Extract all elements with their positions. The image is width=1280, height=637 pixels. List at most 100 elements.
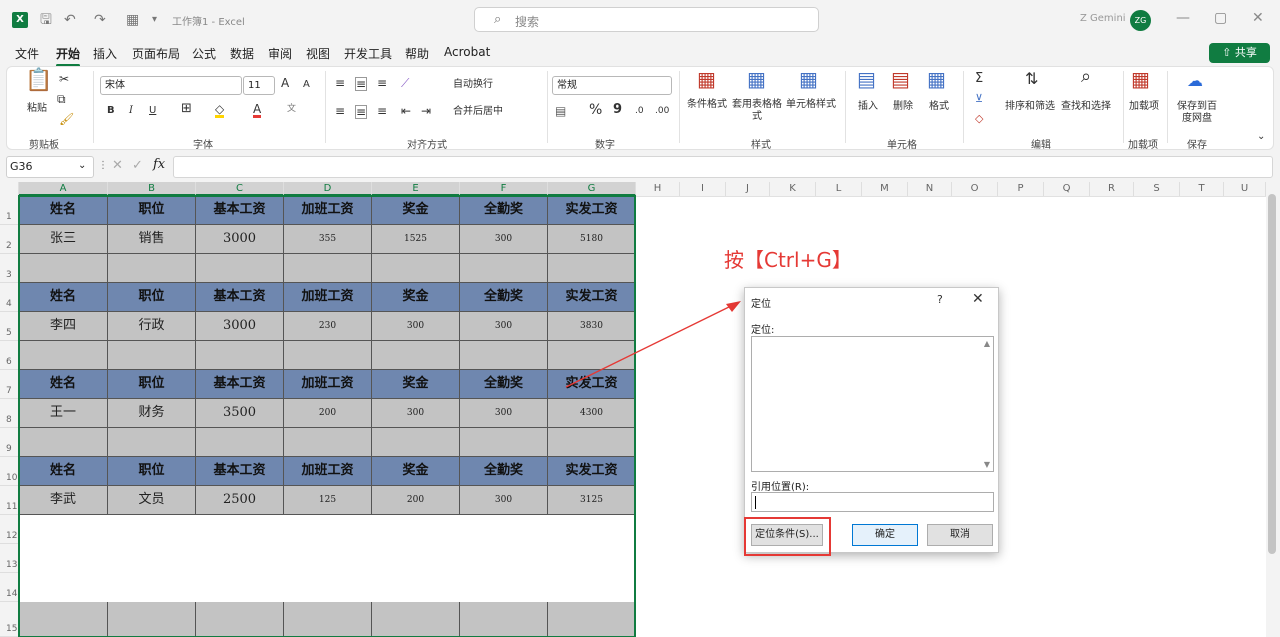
blank-cell[interactable] (284, 602, 372, 637)
tab-insert[interactable]: 插入 (93, 45, 117, 62)
column-header[interactable]: N (908, 182, 952, 196)
align-left-icon[interactable]: ≡ (335, 105, 345, 117)
blank-cell[interactable] (460, 254, 548, 283)
data-cell[interactable]: 李四 (19, 312, 108, 341)
header-cell[interactable]: 全勤奖 (460, 370, 548, 399)
fill-color-icon[interactable]: ◇ (215, 103, 225, 118)
header-cell[interactable]: 基本工资 (196, 283, 284, 312)
font-color-icon[interactable]: A (253, 103, 262, 118)
cancel-button[interactable]: 取消 (927, 524, 993, 546)
header-cell[interactable]: 职位 (108, 457, 196, 486)
cell-styles-label[interactable]: 单元格样式 (783, 99, 839, 111)
header-cell[interactable]: 姓名 (19, 370, 108, 399)
column-header[interactable]: T (1180, 182, 1224, 196)
blank-cell[interactable] (108, 602, 196, 637)
header-cell[interactable]: 基本工资 (196, 196, 284, 225)
blank-cell[interactable] (548, 254, 636, 283)
row-header[interactable]: 2 (0, 225, 19, 254)
blank-cell[interactable] (19, 428, 108, 457)
column-header[interactable]: K (770, 182, 816, 196)
save-to-netdisk-label[interactable]: 保存到百度网盘 (1173, 101, 1221, 125)
tab-review[interactable]: 审阅 (268, 45, 292, 62)
conditional-format-label[interactable]: 条件格式 (685, 99, 729, 111)
addins-icon[interactable]: ▦ (1131, 69, 1150, 89)
column-header[interactable]: G (548, 182, 636, 196)
blank-cell[interactable] (19, 602, 108, 637)
close-icon[interactable]: ✕ (972, 291, 984, 307)
insert-function-icon[interactable]: fx (153, 157, 165, 172)
header-cell[interactable]: 全勤奖 (460, 457, 548, 486)
data-cell[interactable]: 200 (372, 486, 460, 515)
paste-icon[interactable]: 📋 (25, 70, 52, 92)
header-cell[interactable]: 实发工资 (548, 457, 636, 486)
header-cell[interactable]: 加班工资 (284, 196, 372, 225)
blank-cell[interactable] (108, 254, 196, 283)
scroll-down-icon[interactable]: ▼ (984, 460, 990, 469)
vertical-scrollbar[interactable] (1266, 182, 1280, 637)
merge-center-button[interactable]: 合并后居中 (453, 106, 503, 118)
blank-cell[interactable] (284, 254, 372, 283)
row-header[interactable]: 12 (0, 515, 19, 544)
format-cells-icon[interactable]: ▦ (927, 69, 946, 89)
share-button[interactable]: ⇧ 共享 (1209, 43, 1270, 63)
column-header[interactable]: S (1134, 182, 1180, 196)
addins-label[interactable]: 加载项 (1129, 101, 1159, 113)
search-box[interactable]: ⌕ 搜索 (474, 7, 819, 32)
data-cell[interactable]: 2500 (196, 486, 284, 515)
column-header[interactable]: L (816, 182, 862, 196)
insert-cells-icon[interactable]: ▤ (857, 69, 876, 89)
data-cell[interactable]: 行政 (108, 312, 196, 341)
blank-cell[interactable] (196, 341, 284, 370)
align-middle-icon[interactable]: ≡ (355, 77, 368, 91)
tab-acrobat[interactable]: Acrobat (444, 45, 490, 59)
data-cell[interactable]: 3000 (196, 225, 284, 254)
blank-cell[interactable] (284, 341, 372, 370)
sort-filter-icon[interactable]: ⇅ (1025, 71, 1038, 87)
row-header[interactable]: 5 (0, 312, 19, 341)
form-icon[interactable]: ▦ (126, 12, 139, 28)
blank-cell[interactable] (108, 428, 196, 457)
confirm-entry-icon[interactable]: ✓ (132, 158, 143, 173)
blank-cell[interactable] (372, 254, 460, 283)
data-cell[interactable]: 3500 (196, 399, 284, 428)
data-cell[interactable]: 销售 (108, 225, 196, 254)
blank-cell[interactable] (19, 254, 108, 283)
column-header[interactable]: B (108, 182, 196, 196)
select-all-corner[interactable] (0, 182, 19, 196)
data-cell[interactable]: 财务 (108, 399, 196, 428)
data-cell[interactable]: 355 (284, 225, 372, 254)
data-cell[interactable]: 4300 (548, 399, 636, 428)
align-center-icon[interactable]: ≡ (355, 105, 368, 119)
column-header[interactable]: D (284, 182, 372, 196)
header-cell[interactable]: 全勤奖 (460, 196, 548, 225)
tab-view[interactable]: 视图 (306, 45, 330, 62)
conditional-format-icon[interactable]: ▦ (697, 69, 716, 89)
blank-cell[interactable] (372, 341, 460, 370)
blank-cell[interactable] (548, 341, 636, 370)
column-header[interactable]: H (636, 182, 680, 196)
row-header[interactable]: 10 (0, 457, 19, 486)
header-cell[interactable]: 基本工资 (196, 457, 284, 486)
column-header[interactable]: M (862, 182, 908, 196)
goto-list[interactable]: ▲ ▼ (751, 336, 994, 472)
format-painter-icon[interactable]: 🖌 (59, 113, 74, 125)
row-header[interactable]: 1 (0, 196, 19, 225)
close-window-icon[interactable]: ✕ (1252, 10, 1264, 26)
wrap-text-button[interactable]: 自动换行 (453, 79, 493, 91)
tab-file[interactable]: 文件 (15, 45, 39, 62)
header-cell[interactable]: 奖金 (372, 196, 460, 225)
column-header[interactable]: E (372, 182, 460, 196)
grow-font-icon[interactable]: A (281, 77, 289, 89)
font-name-select[interactable]: 宋体 (100, 76, 242, 95)
blank-cell[interactable] (460, 602, 548, 637)
tab-help[interactable]: 帮助 (405, 45, 429, 62)
minimize-icon[interactable]: — (1176, 10, 1190, 26)
format-cells-label[interactable]: 格式 (929, 101, 949, 113)
blank-cell[interactable] (196, 254, 284, 283)
scroll-thumb[interactable] (1268, 194, 1276, 554)
data-cell[interactable]: 200 (284, 399, 372, 428)
data-cell[interactable]: 李武 (19, 486, 108, 515)
header-cell[interactable]: 加班工资 (284, 283, 372, 312)
data-cell[interactable]: 300 (372, 312, 460, 341)
currency-icon[interactable]: ▤ (555, 105, 566, 117)
